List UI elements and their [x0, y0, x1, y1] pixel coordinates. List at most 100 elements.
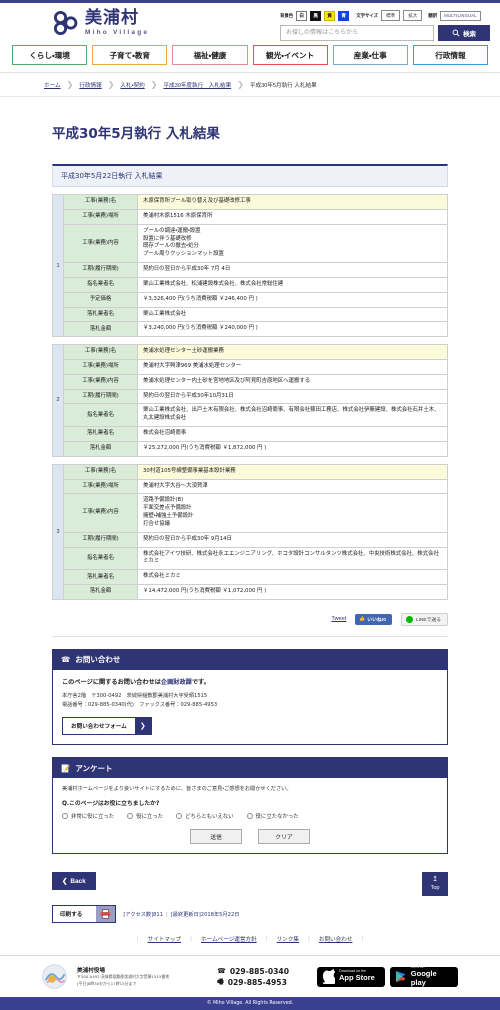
bid-result-table-3: 3 工事(業務)名 30村道105号線整備事業基本設計業務 工事(業務)場所 美… — [52, 463, 448, 600]
bg-color-white-button[interactable]: 白 — [296, 10, 308, 21]
footer-link-links[interactable]: リンク集 — [268, 935, 308, 943]
footer-inner: 美浦村役場 〒300-0492 茨城県稲敷郡美浦村大字受領1515番地 [平日]… — [0, 956, 500, 997]
radio-icon[interactable] — [62, 813, 68, 820]
enquete-option-useful[interactable]: 役に立った — [127, 812, 163, 820]
label-name: 工事(業務)名 — [63, 194, 138, 210]
search-area: 検索 — [280, 25, 490, 41]
twitter-share-button[interactable]: Tweet — [331, 616, 346, 622]
table-row: 落札金額 ￥14,472,000 円(うち消費税額 ￥1,072,000 円 ) — [53, 584, 448, 600]
enquete-panel-body: 美浦村ホームページをより良いサイトにするために、皆さまのご意見・ご感想をお聞かせ… — [53, 778, 447, 853]
enquete-option-not-useful[interactable]: 役に立たなかった — [246, 812, 299, 820]
app-store-badge[interactable]: Download on the App Store — [317, 966, 385, 987]
copyright-bar: © Miho Village. All Rights Reserved. — [0, 997, 500, 1010]
google-play-badge[interactable]: Get it on Google play — [390, 965, 458, 987]
facebook-like-button[interactable]: 👍 いいね!0 — [355, 613, 392, 625]
value-nominated: 株式会社アイワ技研、株式会社永エエンジニアリング、ホコタ設計コンサルタンツ株式会… — [137, 546, 448, 571]
gnav-item-kosodate[interactable]: 子育て・教育 — [92, 45, 168, 65]
label-period: 工期(履行期間) — [63, 388, 138, 405]
breadcrumb-link-admin[interactable]: 行政情報 — [79, 81, 101, 89]
gnav-item-fukushi[interactable]: 福祉・健康 — [172, 45, 248, 65]
updated-label: [最終更新日] — [170, 911, 201, 918]
font-size-label: 文字サイズ — [356, 12, 379, 18]
enquete-heading: アンケート — [75, 763, 113, 773]
value-winner: 株式会社ミカミ — [137, 569, 448, 586]
page-title: 平成30年5月執行 入札結果 — [52, 126, 220, 143]
access-count-label: [アクセス数] — [123, 911, 154, 918]
radio-icon[interactable] — [246, 813, 253, 820]
page-root: 美浦村 Miho Village 背景色 白 黒 黄 青 文字サイズ 標準 拡大… — [0, 0, 500, 1010]
font-size-normal-button[interactable]: 標準 — [381, 10, 401, 21]
table-row: 3 工事(業務)名 30村道105号線整備事業基本設計業務 — [52, 463, 448, 600]
google-play-main: Google play — [410, 968, 437, 987]
search-input[interactable] — [280, 25, 434, 41]
print-button[interactable]: 印刷する — [52, 905, 117, 924]
table-row: 工事(業務)場所 美浦村大字興津969 美浦水処理センター — [53, 359, 448, 375]
footer-link-contact[interactable]: お問い合わせ — [310, 935, 362, 943]
inquiry-form-button[interactable]: お問い合わせフォーム ❯ — [62, 717, 152, 736]
label-period: 工期(履行期間) — [63, 531, 138, 548]
line-share-button[interactable]: LINEで送る — [400, 612, 448, 626]
footer-hours: [平日]8時30分から17時15分まで — [77, 980, 137, 986]
value-planned-price: ￥3,326,400 円(うち消費税額 ￥246,400 円 ) — [137, 291, 448, 308]
printer-icon — [96, 906, 116, 923]
breadcrumb-separator-icon: ❯ — [237, 80, 244, 89]
footer-address-block: 美浦村役場 〒300-0492 茨城県稲敷郡美浦村大字受領1515番地 [平日]… — [77, 966, 169, 987]
breadcrumb-link-home[interactable]: ホーム — [44, 81, 61, 89]
bg-color-black-button[interactable]: 黒 — [310, 10, 322, 21]
footer-link-sitemap[interactable]: サイトマップ — [139, 935, 191, 943]
radio-icon[interactable] — [176, 813, 183, 820]
bg-color-blue-button[interactable]: 青 — [338, 10, 350, 21]
logo-text-en: Miho Village — [85, 28, 150, 36]
radio-icon[interactable] — [127, 813, 134, 820]
font-size-large-button[interactable]: 拡大 — [403, 10, 423, 21]
multilingual-button[interactable]: MULTILINGUAL — [440, 10, 481, 21]
table-row: 指名業者名 栗山工業株式会社、出戸土木有限会社、株式会社沼崎商事、有限会社篠田工… — [53, 403, 448, 428]
global-navigation: くらし・環境 子育て・教育 福祉・健康 観光・イベント 産業・仕事 行政情報 — [0, 41, 500, 72]
updated-date: 2018年5月22日 — [200, 911, 240, 918]
breadcrumb-link-bidding[interactable]: 入札・契約 — [120, 81, 144, 89]
footer-link-row: | サイトマップ | ホームページ運営方針 | リンク集 | お問い合わせ | — [52, 923, 448, 955]
gnav-item-gyosei[interactable]: 行政情報 — [412, 45, 489, 65]
value-winner: 栗山工業株式会社 — [137, 306, 448, 323]
table-row: 工期(履行期間) 契約日の翌日から平成30年10月31日 — [53, 388, 448, 405]
footer-link-policy[interactable]: ホームページ運営方針 — [192, 935, 266, 943]
value-place: 美浦村木原1516 木原保育所 — [137, 208, 448, 225]
table-row: 1 工事(業務)名 木原保育所プール取り替え及び基礎改修工事 — [52, 194, 448, 338]
enquete-option-very-useful[interactable]: 非常に役に立った — [62, 812, 114, 820]
table-row: 2 工事(業務)名 美浦水処理センター土砂運搬業務 — [52, 344, 448, 457]
breadcrumb-separator-icon: ❯ — [150, 80, 158, 89]
label-planned-price: 予定価格 — [63, 291, 138, 308]
search-button[interactable]: 検索 — [438, 25, 490, 41]
value-name: 美浦水処理センター土砂運搬業務 — [137, 344, 448, 360]
gnav-item-kanko[interactable]: 観光・イベント — [252, 45, 328, 65]
table-row: 指名業者名 株式会社アイワ技研、株式会社永エエンジニアリング、ホコタ設計コンサル… — [53, 546, 448, 571]
back-button[interactable]: ❮ Back — [52, 872, 96, 891]
app-store-main: App Store — [339, 973, 375, 983]
bg-color-yellow-button[interactable]: 黄 — [324, 10, 336, 21]
breadcrumb-link-fy2018[interactable]: 平成30年度執行 入札結果 — [163, 81, 231, 89]
inquiry-address: 本庁舎2階 〒300-0492 茨城県稲敷郡美浦村大字受領1515 — [62, 692, 208, 699]
enquete-option-neutral[interactable]: どちらともいえない — [176, 812, 234, 820]
gnav-item-kurashi[interactable]: くらし・環境 — [12, 45, 88, 65]
print-button-label: 印刷する — [53, 906, 97, 923]
enquete-clear-button[interactable]: クリア — [258, 829, 310, 845]
enquete-panel-header: 📝 アンケート — [53, 758, 447, 779]
enquete-submit-button[interactable]: 送信 — [190, 829, 242, 845]
search-button-label: 検索 — [463, 30, 476, 38]
value-detail: 美浦水処理センター内土砂を宮地地区及び阿見町吉原地区へ運搬する — [137, 373, 448, 390]
app-store-badges: Download on the App Store Get it on Goog… — [317, 965, 458, 987]
site-logo[interactable]: 美浦村 Miho Village — [52, 9, 150, 36]
label-nominated: 指名業者名 — [63, 546, 138, 571]
label-place: 工事(業務)場所 — [63, 208, 138, 225]
value-name: 木原保育所プール取り替え及び基礎改修工事 — [137, 194, 448, 210]
page-top-button[interactable]: ↥ Top — [422, 872, 448, 897]
google-play-icon — [396, 970, 406, 983]
label-winner: 落札業者名 — [63, 306, 138, 323]
label-detail: 工事(業務)内容 — [63, 223, 138, 264]
inquiry-lead-before: このページに関するお問い合わせは — [62, 678, 161, 686]
value-period: 契約日の翌日から平成30年10月31日 — [137, 388, 448, 405]
utility-area: 背景色 白 黒 黄 青 文字サイズ 標準 拡大 翻訳 MULTILINGUAL — [280, 7, 490, 41]
gnav-item-sangyo[interactable]: 産業・仕事 — [332, 45, 408, 65]
label-name: 工事(業務)名 — [63, 463, 138, 480]
footer-fax-row: 🖷 029-885-4953 — [217, 977, 289, 988]
